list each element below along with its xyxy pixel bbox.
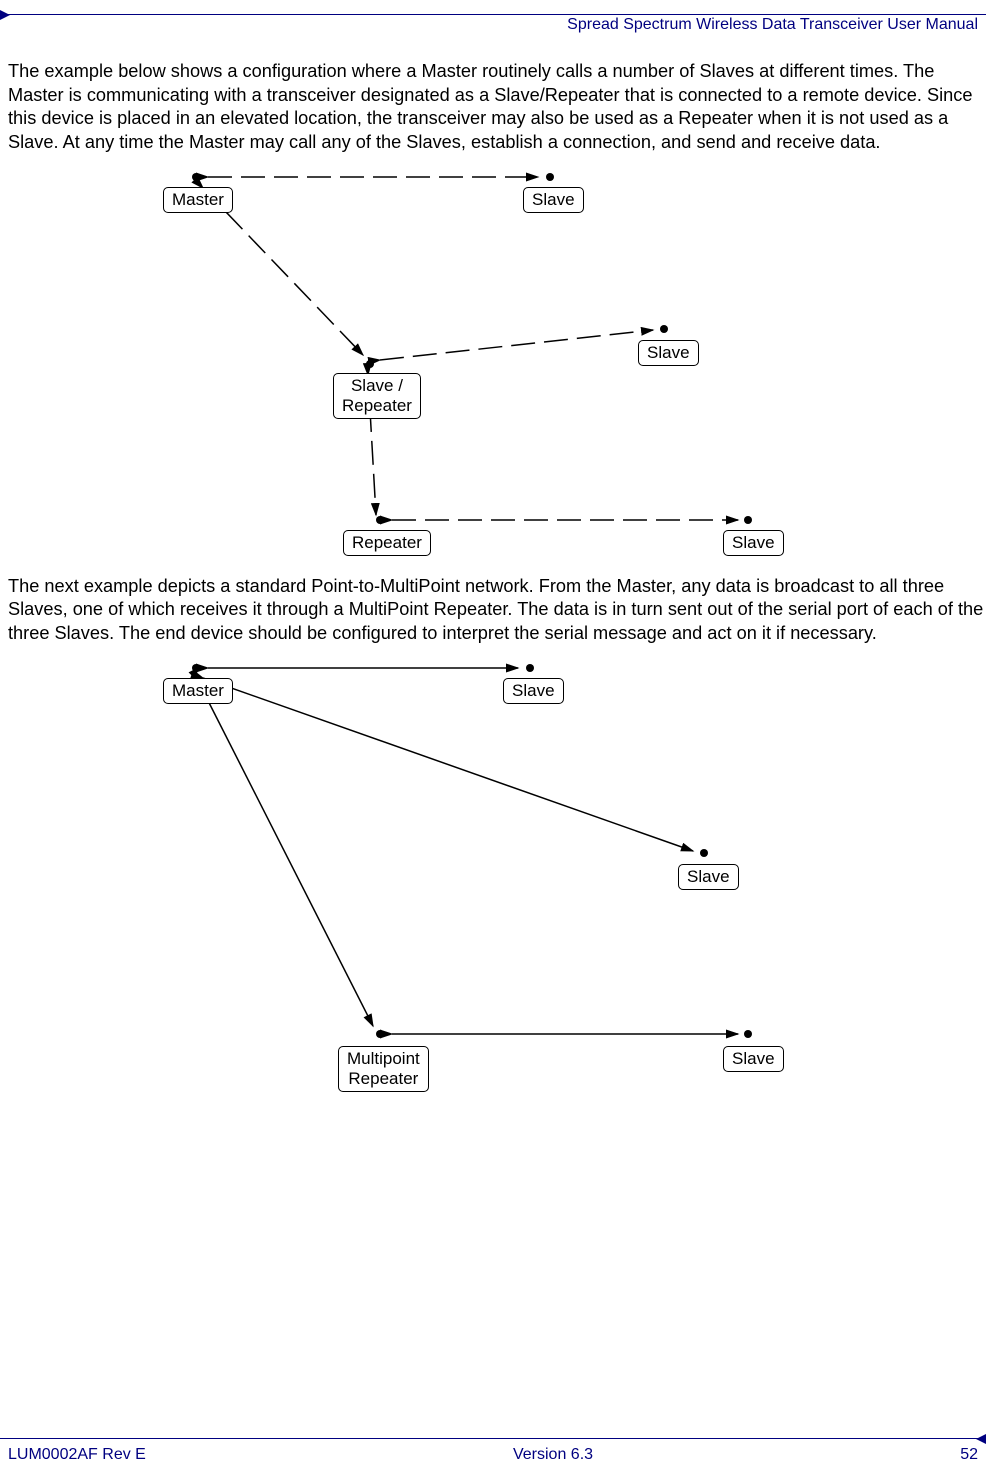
diagram1-master-label: Master: [163, 187, 233, 213]
header-title: Spread Spectrum Wireless Data Transceive…: [567, 16, 978, 34]
diagram1-slaverepeater-dot: [366, 360, 374, 368]
page-footer: LUM0002AF Rev E Version 6.3 52: [8, 1446, 978, 1464]
diagram2-slave1-label: Slave: [503, 678, 564, 704]
header-divider: [0, 14, 986, 15]
footer-divider: [0, 1438, 986, 1439]
page-content: The example below shows a configuration …: [8, 60, 986, 1136]
diagram1-slave3-dot: [744, 516, 752, 524]
diagram1-slaverepeater-l2: Repeater: [342, 396, 412, 415]
footer-triangle-icon: [976, 1434, 986, 1444]
diagram2-multipoint-l2: Repeater: [348, 1069, 418, 1088]
diagram2-slave1-dot: [526, 664, 534, 672]
diagram1-slave1-dot: [546, 173, 554, 181]
diagram-2: Master Slave Slave Multipoint Repeater S…: [148, 656, 808, 1136]
footer-left: LUM0002AF Rev E: [8, 1446, 146, 1464]
footer-right: 52: [960, 1446, 978, 1464]
diagram2-slave2-dot: [700, 849, 708, 857]
diagram1-slave2-label: Slave: [638, 340, 699, 366]
diagram1-slave2-dot: [660, 325, 668, 333]
diagram1-slave1-label: Slave: [523, 187, 584, 213]
diagram-1: Master Slave Slave / Repeater Slave Repe…: [148, 165, 808, 565]
diagram1-master-dot: [192, 173, 200, 181]
paragraph-1: The example below shows a configuration …: [8, 60, 986, 155]
diagram2-multipoint-dot: [376, 1030, 384, 1038]
paragraph-2: The next example depicts a standard Poin…: [8, 575, 986, 646]
diagram2-master-dot: [192, 664, 200, 672]
diagram1-repeater-label: Repeater: [343, 530, 431, 556]
diagram1-slaverepeater-label: Slave / Repeater: [333, 373, 421, 420]
header-triangle-icon: [0, 10, 10, 20]
diagram1-slave3-label: Slave: [723, 530, 784, 556]
diagram2-slave3-label: Slave: [723, 1046, 784, 1072]
diagram2-multipoint-label: Multipoint Repeater: [338, 1046, 429, 1093]
footer-center: Version 6.3: [513, 1446, 593, 1464]
diagram2-master-label: Master: [163, 678, 233, 704]
diagram-1-svg: [148, 165, 808, 565]
diagram-2-svg: [148, 656, 808, 1136]
diagram1-repeater-dot: [376, 516, 384, 524]
diagram2-slave2-label: Slave: [678, 864, 739, 890]
diagram2-multipoint-l1: Multipoint: [347, 1049, 420, 1068]
diagram2-slave3-dot: [744, 1030, 752, 1038]
diagram1-slaverepeater-l1: Slave /: [351, 376, 403, 395]
